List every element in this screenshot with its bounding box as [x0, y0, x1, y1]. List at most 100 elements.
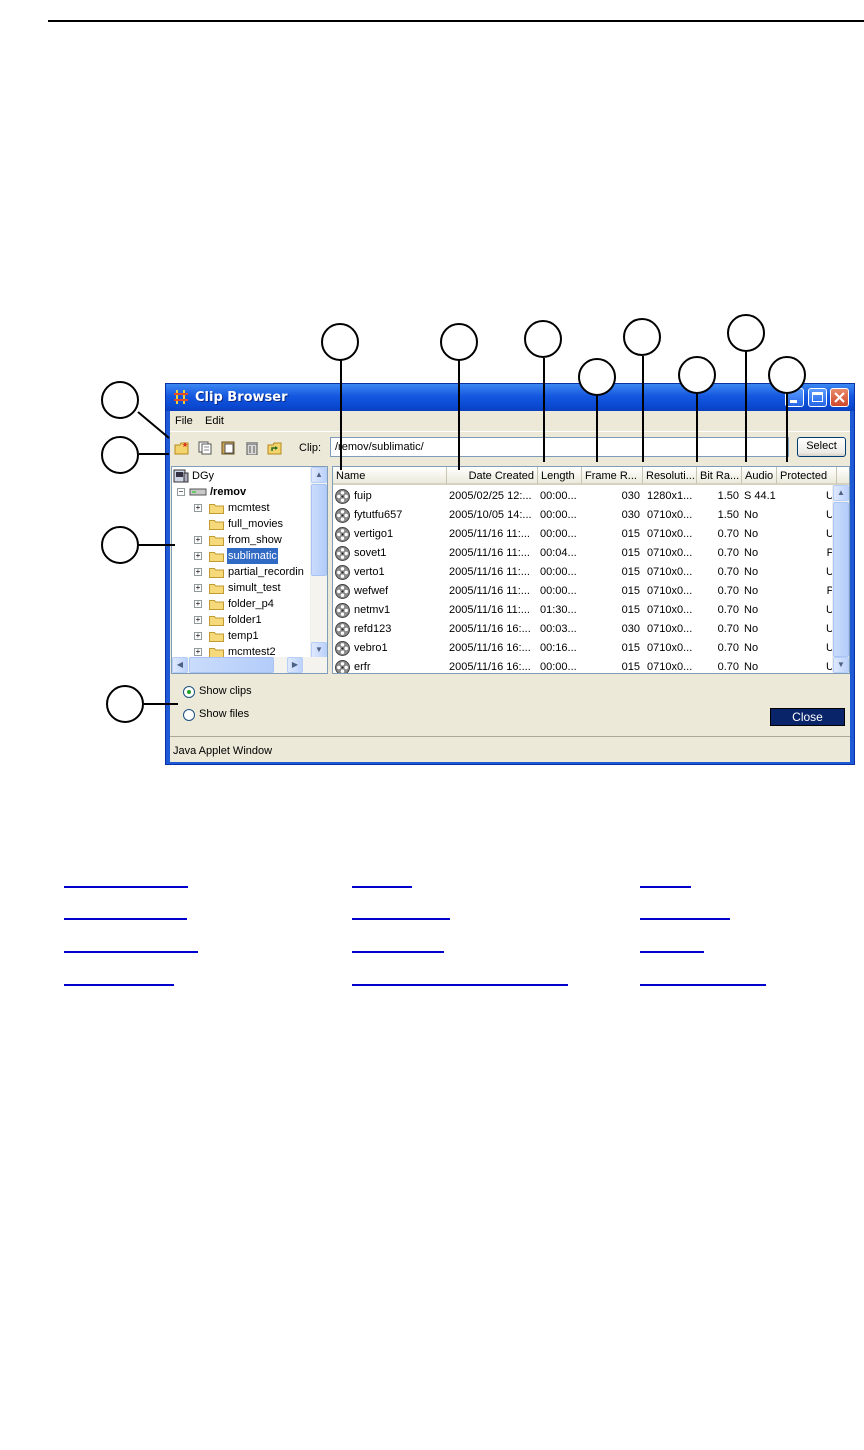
- expand-icon[interactable]: +: [194, 536, 202, 544]
- link[interactable]: [352, 918, 450, 920]
- table-row[interactable]: vertigo1 2005/11/16 11:... 00:00... 015 0710…: [333, 525, 834, 544]
- scroll-up-icon[interactable]: ▲: [833, 485, 849, 501]
- tree-folder-label: mcmtest: [228, 502, 270, 514]
- column-header-length[interactable]: Length: [538, 467, 582, 485]
- title-bar[interactable]: Clip Browser: [166, 384, 854, 411]
- column-header-frame-rate[interactable]: Frame R...: [582, 467, 643, 485]
- clip-path-input[interactable]: /remov/sublimatic/: [330, 437, 789, 457]
- table-row[interactable]: verto1 2005/11/16 11:... 00:00... 015 0710x0…: [333, 563, 834, 582]
- new-folder-icon[interactable]: [174, 441, 190, 455]
- scroll-thumb[interactable]: [189, 657, 274, 673]
- scroll-thumb[interactable]: [833, 502, 849, 657]
- cell-bitrate: 0.70: [717, 528, 739, 540]
- cell-bitrate: 0.70: [717, 566, 739, 578]
- cell-frame: 015: [621, 642, 640, 654]
- cell-name: verto1: [354, 566, 385, 578]
- up-folder-icon[interactable]: [267, 441, 283, 455]
- column-header-protected[interactable]: Protected: [777, 467, 837, 485]
- link[interactable]: [640, 918, 730, 920]
- tree-horizontal-scrollbar[interactable]: ◀ ▶: [172, 657, 327, 673]
- folder-icon: [209, 520, 224, 530]
- expand-icon[interactable]: +: [194, 552, 202, 560]
- table-row[interactable]: refd123 2005/11/16 16:... 00:03... 030 0710x…: [333, 620, 834, 639]
- column-header-bit-rate[interactable]: Bit Ra...: [697, 467, 742, 485]
- cell-date: 2005/11/16 11:...: [449, 528, 530, 540]
- link[interactable]: [64, 951, 198, 953]
- cell-length: 00:00...: [540, 585, 577, 597]
- link[interactable]: [640, 984, 766, 986]
- expand-icon[interactable]: +: [194, 600, 202, 608]
- select-button[interactable]: Select: [797, 437, 846, 457]
- radio-selected-dot: [187, 690, 191, 694]
- expand-icon[interactable]: +: [194, 584, 202, 592]
- link[interactable]: [640, 951, 704, 953]
- expand-icon[interactable]: +: [194, 616, 202, 624]
- callout-circle: [440, 323, 478, 361]
- show-files-radio[interactable]: [183, 709, 195, 721]
- scroll-thumb[interactable]: [311, 484, 327, 576]
- column-header-name[interactable]: Name: [333, 467, 447, 485]
- scroll-left-icon[interactable]: ◀: [172, 657, 188, 673]
- cell-prot: P: [826, 585, 834, 597]
- cell-length: 00:04...: [540, 547, 577, 559]
- cell-name: erfr: [354, 661, 371, 673]
- scroll-down-icon[interactable]: ▼: [833, 657, 849, 673]
- tree-folder-label: sublimatic: [227, 548, 278, 564]
- table-row[interactable]: fytutfu657 2005/10/05 14:... 00:00... 030 07…: [333, 506, 834, 525]
- menu-edit[interactable]: Edit: [205, 415, 224, 427]
- link[interactable]: [640, 886, 691, 888]
- collapse-icon[interactable]: −: [177, 488, 185, 496]
- close-window-button[interactable]: [830, 388, 849, 407]
- column-header-filler: [837, 467, 849, 485]
- scroll-up-icon[interactable]: ▲: [311, 467, 327, 483]
- cell-res: 0710x0...: [647, 585, 693, 597]
- delete-icon[interactable]: [244, 441, 260, 455]
- scroll-down-icon[interactable]: ▼: [311, 642, 327, 658]
- cell-name: wefwef: [354, 585, 389, 597]
- link[interactable]: [352, 886, 412, 888]
- copy-icon[interactable]: [197, 441, 213, 455]
- table-row[interactable]: sovet1 2005/11/16 11:... 00:04... 015 0710x0…: [333, 544, 834, 563]
- show-files-label[interactable]: Show files: [199, 708, 249, 720]
- window-title: Clip Browser: [195, 390, 288, 405]
- show-clips-radio[interactable]: [183, 686, 195, 698]
- column-header-date[interactable]: Date Created: [447, 467, 538, 485]
- column-header-resolution[interactable]: Resoluti...: [643, 467, 697, 485]
- link[interactable]: [64, 984, 174, 986]
- link[interactable]: [64, 886, 188, 888]
- expand-icon[interactable]: +: [194, 632, 202, 640]
- table-vertical-scrollbar[interactable]: ▲ ▼: [832, 485, 849, 673]
- film-reel-icon: [335, 622, 350, 637]
- expand-icon[interactable]: +: [194, 648, 202, 656]
- cell-bitrate: 0.70: [717, 585, 739, 597]
- cell-res: 0710x0...: [647, 566, 693, 578]
- link[interactable]: [352, 984, 568, 986]
- callout-circle: [578, 358, 616, 396]
- expand-icon[interactable]: +: [194, 568, 202, 576]
- paste-icon[interactable]: [220, 441, 236, 455]
- cell-bitrate: 0.70: [717, 547, 739, 559]
- folder-tree: DGy − /remov + mcmtest full_movies + from_sh…: [171, 466, 328, 674]
- scroll-right-icon[interactable]: ▶: [287, 657, 303, 673]
- menu-file[interactable]: File: [175, 415, 193, 427]
- table-row[interactable]: vebro1 2005/11/16 16:... 00:16... 015 0710x0…: [333, 639, 834, 658]
- status-text: Java Applet Window: [173, 745, 273, 757]
- expand-icon[interactable]: +: [194, 504, 202, 512]
- tree-vertical-scrollbar[interactable]: ▲ ▼: [310, 467, 327, 658]
- tree-root-label: DGy: [192, 470, 214, 482]
- maximize-button[interactable]: [808, 388, 827, 407]
- folder-icon: [209, 536, 224, 546]
- show-clips-label[interactable]: Show clips: [199, 685, 252, 697]
- table-row[interactable]: wefwef 2005/11/16 11:... 00:00... 015 0710x0…: [333, 582, 834, 601]
- link[interactable]: [64, 918, 187, 920]
- column-header-audio[interactable]: Audio: [742, 467, 777, 485]
- table-row[interactable]: netmv1 2005/11/16 11:... 01:30... 015 0710x0…: [333, 601, 834, 620]
- close-button[interactable]: Close: [770, 708, 845, 726]
- cell-res: 1280x1...: [647, 490, 693, 502]
- tree-folder-label: folder_p4: [228, 598, 274, 610]
- cell-name: fuip: [354, 490, 372, 502]
- table-row[interactable]: erfr 2005/11/16 16:... 00:00... 015 0710x0..…: [333, 658, 834, 673]
- table-row[interactable]: fuip 2005/02/25 12:... 00:00... 030 1280x1..…: [333, 487, 834, 506]
- link[interactable]: [352, 951, 444, 953]
- cell-prot: U: [826, 604, 834, 616]
